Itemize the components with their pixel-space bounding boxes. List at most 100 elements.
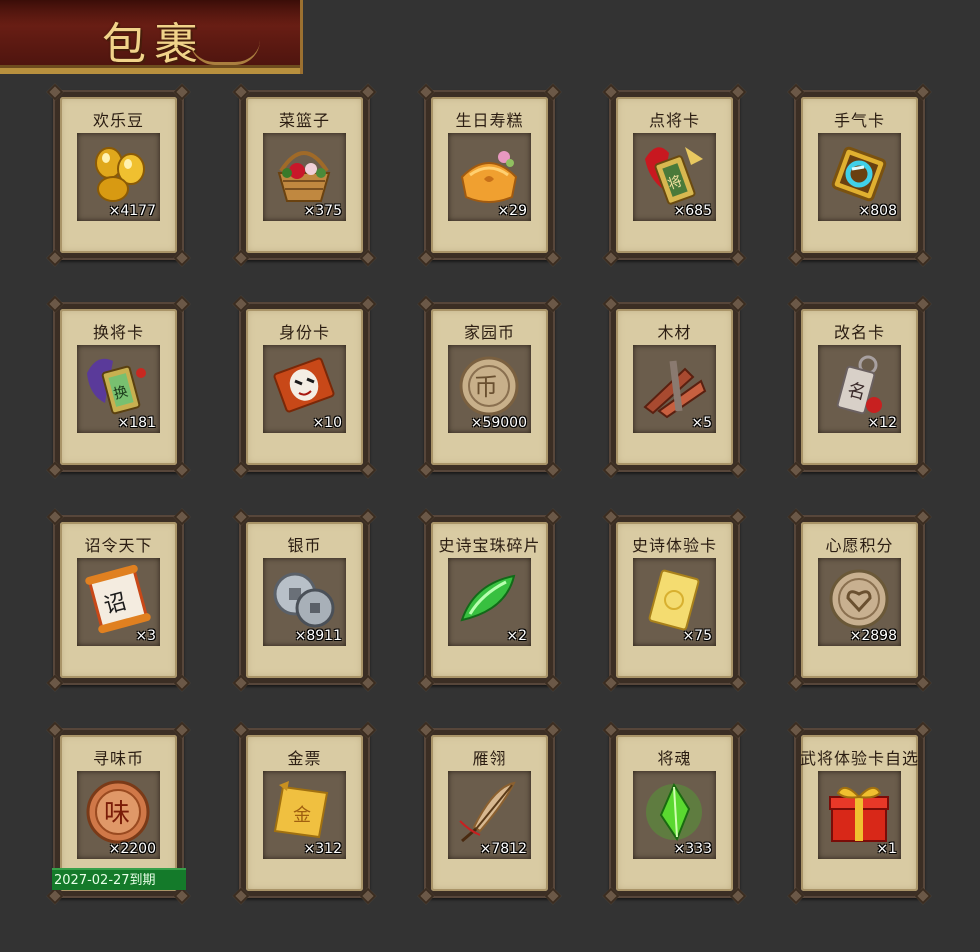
- item-slot[interactable]: 诏 ×3: [77, 558, 160, 646]
- item-name: 诏令天下: [84, 536, 153, 555]
- item-count: ×5: [691, 415, 712, 431]
- inventory-item-card[interactable]: 手气卡 ×808: [787, 83, 932, 267]
- identity-card-icon: [273, 357, 335, 413]
- item-slot[interactable]: 换 ×181: [77, 345, 160, 433]
- item-count: ×685: [673, 203, 712, 219]
- item-count: ×181: [117, 415, 156, 431]
- inventory-item-card[interactable]: 换将卡换 ×181: [46, 295, 191, 479]
- svg-text:金: 金: [293, 805, 311, 826]
- card-parchment: 史诗宝珠碎片 ×2: [431, 522, 548, 678]
- card-parchment: 身份卡 ×10: [246, 309, 363, 465]
- item-count: ×29: [497, 203, 527, 219]
- item-count: ×333: [673, 841, 712, 857]
- inventory-item-card[interactable]: 雁翎 ×7812: [417, 721, 562, 905]
- card-parchment: 诏令天下诏 ×3: [60, 522, 177, 678]
- inventory-item-card[interactable]: 心愿积分 ×2898: [787, 508, 932, 692]
- inventory-item-card[interactable]: 寻味币味 ×2200 2027-02-27到期: [46, 721, 191, 905]
- item-slot[interactable]: ×4177: [77, 133, 160, 221]
- item-count: ×3: [135, 628, 156, 644]
- item-slot[interactable]: ×10: [263, 345, 346, 433]
- inventory-item-card[interactable]: 改名卡名 ×12: [787, 295, 932, 479]
- item-slot[interactable]: ×375: [263, 133, 346, 221]
- general-pick-card-icon: 将: [645, 147, 703, 205]
- item-name: 将魂: [657, 749, 692, 768]
- item-name: 改名卡: [833, 323, 885, 342]
- item-count: ×75: [682, 628, 712, 644]
- luck-card-icon: [831, 146, 887, 202]
- item-slot[interactable]: ×5: [633, 345, 716, 433]
- inventory-grid: 欢乐豆 ×4177 菜篮子 ×375 生日寿糕 ×29 点将卡将 ×685 手气卡 ×808 换将卡…: [0, 0, 980, 952]
- item-slot[interactable]: ×29: [448, 133, 531, 221]
- item-slot[interactable]: ×1: [818, 771, 901, 859]
- inventory-item-card[interactable]: 诏令天下诏 ×3: [46, 508, 191, 692]
- wood-icon: [643, 360, 707, 419]
- item-slot[interactable]: ×333: [633, 771, 716, 859]
- item-count: ×1: [876, 841, 897, 857]
- item-name: 手气卡: [833, 111, 885, 130]
- item-slot[interactable]: 名 ×12: [818, 345, 901, 433]
- item-slot[interactable]: ×8911: [263, 558, 346, 646]
- item-count: ×2898: [849, 628, 897, 644]
- rename-card-icon: 名: [836, 355, 882, 415]
- card-parchment: 金票金 ×312: [246, 735, 363, 891]
- item-slot[interactable]: ×2898: [818, 558, 901, 646]
- item-name: 换将卡: [92, 323, 144, 342]
- inventory-item-card[interactable]: 点将卡将 ×685: [602, 83, 747, 267]
- imperial-edict-icon: 诏: [85, 564, 151, 634]
- item-name: 身份卡: [278, 323, 330, 342]
- inventory-item-card[interactable]: 将魂 ×333: [602, 721, 747, 905]
- epic-gem-fragment-icon: [460, 574, 516, 622]
- card-parchment: 心愿积分 ×2898: [801, 522, 918, 678]
- item-slot[interactable]: ×808: [818, 133, 901, 221]
- item-count: ×8911: [294, 628, 342, 644]
- item-name: 菜篮子: [278, 111, 330, 130]
- item-slot[interactable]: ×2: [448, 558, 531, 646]
- card-parchment: 生日寿糕 ×29: [431, 97, 548, 253]
- card-parchment: 家园币币 ×59000: [431, 309, 548, 465]
- inventory-item-card[interactable]: 武将体验卡自选 ×1: [787, 721, 932, 905]
- inventory-item-card[interactable]: 家园币币 ×59000: [417, 295, 562, 479]
- item-slot[interactable]: 将 ×685: [633, 133, 716, 221]
- inventory-item-card[interactable]: 木材 ×5: [602, 295, 747, 479]
- inventory-item-card[interactable]: 菜篮子 ×375: [232, 83, 377, 267]
- epic-trial-card-icon: [648, 569, 700, 631]
- item-name: 生日寿糕: [455, 111, 524, 130]
- item-slot[interactable]: 金 ×312: [263, 771, 346, 859]
- item-slot[interactable]: 味 ×2200: [77, 771, 160, 859]
- card-parchment: 菜篮子 ×375: [246, 97, 363, 253]
- golden-beans-icon: [95, 147, 145, 202]
- birthday-cake-icon: [460, 151, 518, 203]
- item-slot[interactable]: ×75: [633, 558, 716, 646]
- inventory-item-card[interactable]: 身份卡 ×10: [232, 295, 377, 479]
- item-count: ×375: [303, 203, 342, 219]
- item-count: ×10: [312, 415, 342, 431]
- inventory-item-card[interactable]: 银币 ×8911: [232, 508, 377, 692]
- card-parchment: 寻味币味 ×2200 2027-02-27到期: [52, 735, 186, 891]
- swap-general-card-icon: 换: [87, 358, 146, 415]
- item-count: ×2200: [108, 841, 156, 857]
- inventory-item-card[interactable]: 生日寿糕 ×29: [417, 83, 562, 267]
- inventory-item-card[interactable]: 史诗宝珠碎片 ×2: [417, 508, 562, 692]
- card-parchment: 欢乐豆 ×4177: [60, 97, 177, 253]
- inventory-item-card[interactable]: 金票金 ×312: [232, 721, 377, 905]
- item-count: ×59000: [470, 415, 527, 431]
- card-parchment: 改名卡名 ×12: [801, 309, 918, 465]
- card-parchment: 木材 ×5: [616, 309, 733, 465]
- inventory-item-card[interactable]: 史诗体验卡 ×75: [602, 508, 747, 692]
- svg-text:味: 味: [104, 799, 130, 829]
- inventory-item-card[interactable]: 欢乐豆 ×4177: [46, 83, 191, 267]
- gift-box-icon: [829, 786, 889, 842]
- goose-feather-icon: [459, 781, 516, 843]
- item-name: 欢乐豆: [92, 111, 144, 130]
- item-name: 金票: [287, 749, 322, 768]
- card-parchment: 银币 ×8911: [246, 522, 363, 678]
- item-slot[interactable]: 币 ×59000: [448, 345, 531, 433]
- item-name: 史诗体验卡: [631, 536, 717, 555]
- item-count: ×2: [506, 628, 527, 644]
- item-count: ×4177: [108, 203, 156, 219]
- svg-text:币: 币: [474, 373, 498, 401]
- wish-points-coin-icon: [829, 569, 889, 629]
- item-slot[interactable]: ×7812: [448, 771, 531, 859]
- home-coin-icon: 币: [459, 356, 519, 416]
- item-name: 寻味币: [92, 749, 144, 768]
